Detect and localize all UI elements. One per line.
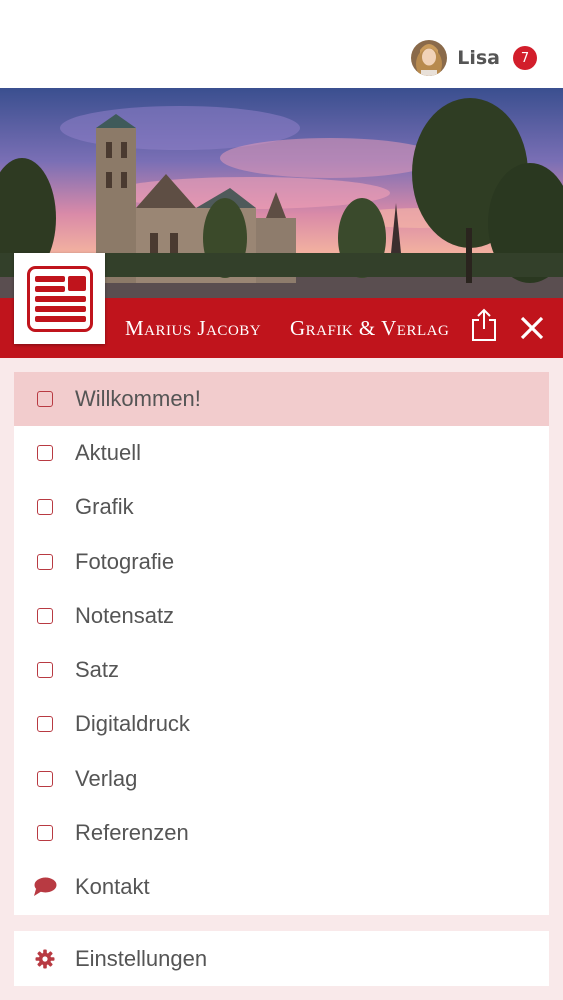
checkbox-icon <box>36 445 53 461</box>
menu-item-kontakt[interactable]: Kontakt <box>14 860 549 914</box>
menu-item-grafik[interactable]: Grafik <box>14 480 549 534</box>
menu-item-notensatz[interactable]: Notensatz <box>14 589 549 643</box>
menu-item-label: Notensatz <box>75 603 175 628</box>
logo[interactable] <box>14 253 105 344</box>
close-icon <box>520 316 544 340</box>
speech-bubble-icon <box>33 877 56 896</box>
settings-button[interactable]: Einstellungen <box>14 931 549 986</box>
avatar[interactable] <box>411 40 448 76</box>
user-name: Lisa <box>457 47 500 69</box>
menu-item-digitaldruck[interactable]: Digitaldruck <box>14 697 549 751</box>
menu-item-verlag[interactable]: Verlag <box>14 752 549 806</box>
newspaper-logo-icon <box>26 265 93 332</box>
notification-badge[interactable]: 7 <box>513 46 537 70</box>
menu-item-label: Referenzen <box>75 820 189 845</box>
checkbox-icon <box>36 662 53 678</box>
menu-item-label: Verlag <box>75 766 138 791</box>
menu-item-label: Aktuell <box>75 440 142 465</box>
menu-item-aktuell[interactable]: Aktuell <box>14 426 549 480</box>
menu-item-label: Kontakt <box>75 874 150 899</box>
menu-item-satz[interactable]: Satz <box>14 643 549 697</box>
menu-item-label: Grafik <box>75 494 134 519</box>
menu-item-referenzen[interactable]: Referenzen <box>14 806 549 860</box>
brand-name: Marius Jacoby <box>125 316 262 340</box>
brand-tagline: Grafik & Verlag <box>290 316 450 340</box>
share-button[interactable] <box>470 307 498 343</box>
menu-item-label: Fotografie <box>75 549 175 574</box>
menu-item-label: Willkommen! <box>75 386 201 411</box>
menu-item-label: Satz <box>75 657 120 682</box>
user-account[interactable]: Lisa 7 <box>411 40 537 76</box>
gear-icon <box>35 949 54 968</box>
share-icon <box>472 308 496 341</box>
checkbox-icon <box>36 391 53 407</box>
menu-item-label: Digitaldruck <box>75 711 190 736</box>
navigation-menu: Willkommen! Aktuell Grafik Fotografie No… <box>14 372 549 915</box>
menu-item-willkommen[interactable]: Willkommen! <box>14 372 549 426</box>
settings-label: Einstellungen <box>75 945 208 971</box>
checkbox-icon <box>36 716 53 732</box>
checkbox-icon <box>36 499 53 515</box>
checkbox-icon <box>36 825 53 841</box>
top-user-bar: Lisa 7 <box>0 0 563 88</box>
checkbox-icon <box>36 608 53 624</box>
checkbox-icon <box>36 771 53 787</box>
menu-item-fotografie[interactable]: Fotografie <box>14 535 549 589</box>
close-button[interactable] <box>518 314 546 342</box>
checkbox-icon <box>36 554 53 570</box>
